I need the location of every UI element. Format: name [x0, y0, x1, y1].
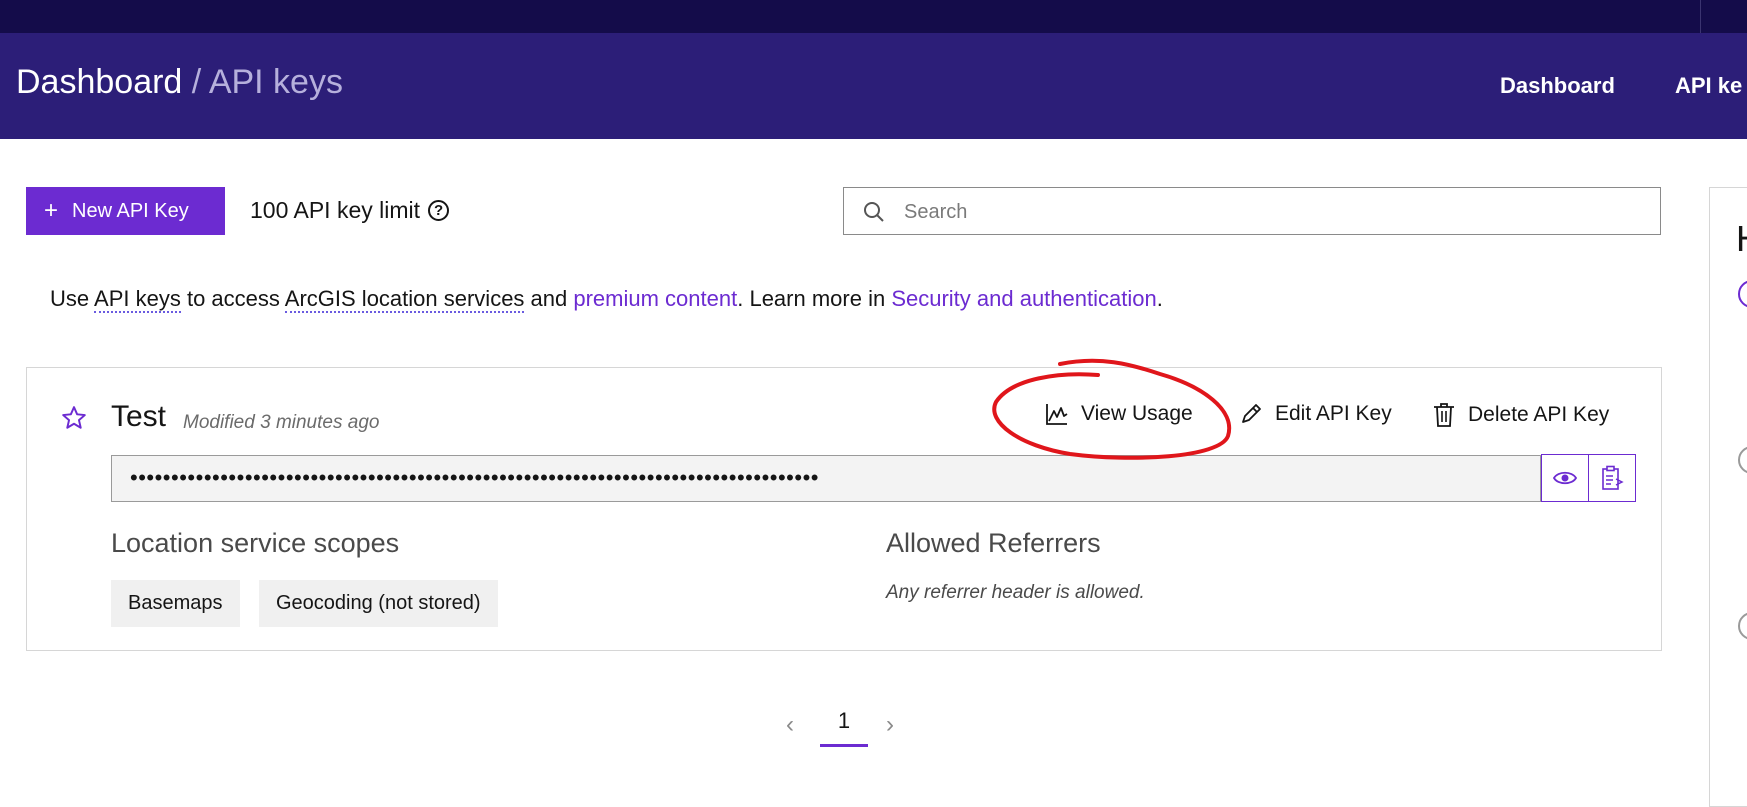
breadcrumb: Dashboard / API keys — [16, 63, 343, 102]
api-key-limit: 100 API key limit ? — [250, 197, 450, 224]
current-page-indicator — [820, 744, 868, 747]
eye-icon — [1553, 471, 1577, 485]
referrers-note: Any referrer header is allowed. — [886, 582, 1145, 603]
info-text-part: Use — [50, 286, 95, 311]
side-panel-radio[interactable] — [1738, 446, 1747, 474]
api-keys-term[interactable]: API keys — [94, 286, 181, 313]
breadcrumb-current: API keys — [208, 63, 343, 101]
modified-time: Modified 3 minutes ago — [183, 412, 380, 433]
api-key-field[interactable]: ••••••••••••••••••••••••••••••••••••••••… — [111, 455, 1541, 502]
page-header: Dashboard / API keys Dashboard API ke — [0, 33, 1747, 139]
api-key-limit-text: 100 API key limit — [250, 197, 421, 223]
side-panel-heading: H — [1736, 218, 1747, 260]
info-text-part: . Learn more in — [737, 286, 892, 311]
delete-api-key-button[interactable]: Delete API Key — [1432, 402, 1609, 428]
search-input[interactable] — [902, 196, 1646, 228]
plus-icon: + — [44, 197, 59, 224]
info-text-part: and — [524, 286, 574, 311]
delete-api-key-label: Delete API Key — [1468, 403, 1610, 426]
nav-dashboard[interactable]: Dashboard — [1500, 73, 1615, 99]
search-icon — [864, 202, 884, 222]
api-key-name: Test — [111, 400, 167, 433]
star-icon[interactable] — [61, 405, 87, 431]
security-authentication-link[interactable]: Security and authentication — [891, 286, 1156, 311]
edit-api-key-label: Edit API Key — [1275, 402, 1392, 425]
top-bar-divider — [1700, 0, 1701, 33]
side-panel-radio[interactable] — [1738, 612, 1747, 640]
next-page-button[interactable]: › — [886, 711, 894, 739]
copy-key-button[interactable] — [1588, 454, 1636, 502]
trash-icon — [1434, 403, 1454, 427]
top-bar — [0, 0, 1747, 33]
location-services-term[interactable]: ArcGIS location services — [284, 286, 525, 313]
side-panel-radio[interactable] — [1738, 280, 1747, 308]
breadcrumb-dashboard[interactable]: Dashboard — [16, 63, 182, 101]
scope-chip-basemaps: Basemaps — [111, 580, 240, 627]
edit-api-key-button[interactable]: Edit API Key — [1239, 402, 1392, 426]
breadcrumb-separator: / — [182, 63, 209, 101]
show-key-button[interactable] — [1541, 454, 1589, 502]
prev-page-button[interactable]: ‹ — [786, 711, 794, 739]
scope-chip-geocoding: Geocoding (not stored) — [259, 580, 498, 627]
nav-api-keys[interactable]: API ke — [1675, 73, 1742, 99]
scopes-title: Location service scopes — [111, 528, 400, 558]
info-text: Use API keys to access ArcGIS location s… — [50, 286, 1163, 313]
api-key-card: Test Modified 3 minutes ago View Usage E… — [26, 367, 1662, 651]
new-api-key-label: New API Key — [72, 199, 189, 222]
info-text-part: to access — [180, 286, 285, 311]
help-icon[interactable]: ? — [428, 200, 450, 221]
new-api-key-button[interactable]: + New API Key — [26, 187, 225, 235]
red-circle-annotation — [992, 358, 1232, 460]
search-box — [843, 187, 1661, 235]
info-text-part: . — [1156, 286, 1163, 311]
referrers-title: Allowed Referrers — [886, 528, 1101, 558]
clipboard-icon — [1602, 465, 1624, 490]
page-1-button[interactable]: 1 — [820, 708, 868, 734]
side-panel: H — [1709, 187, 1747, 807]
premium-content-link[interactable]: premium content — [573, 286, 737, 311]
